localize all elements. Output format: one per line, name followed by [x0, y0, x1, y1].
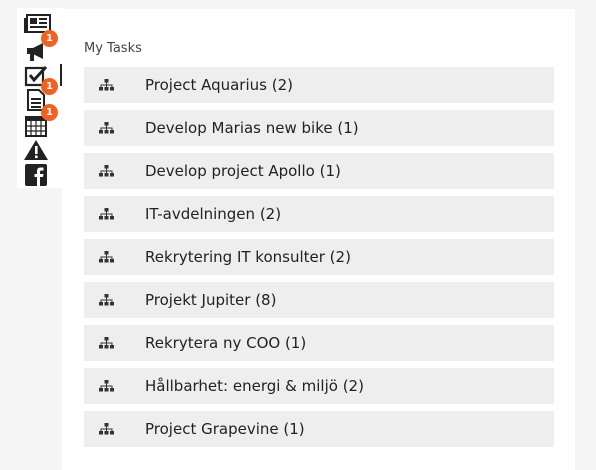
hierarchy-icon — [99, 380, 114, 392]
task-row[interactable]: Rekrytering IT konsulter (2) — [84, 239, 554, 275]
notification-badge: 1 — [41, 104, 58, 121]
task-label: Develop project Apollo (1) — [145, 162, 341, 180]
task-label: Develop Marias new bike (1) — [145, 119, 359, 137]
sidebar-item-announcements[interactable]: 1 — [17, 30, 65, 64]
hierarchy-icon — [99, 122, 114, 134]
facebook-icon — [25, 164, 47, 186]
main-panel: My Tasks Project Aquarius (2) Develop Mar… — [62, 9, 575, 470]
task-label: IT-avdelningen (2) — [145, 205, 282, 223]
task-row[interactable]: Rekrytera ny COO (1) — [84, 325, 554, 361]
task-row[interactable]: Projekt Jupiter (8) — [84, 282, 554, 318]
task-label: Rekrytera ny COO (1) — [145, 334, 307, 352]
task-label: Project Aquarius (2) — [145, 76, 293, 94]
sidebar-item-facebook[interactable] — [17, 163, 65, 187]
hierarchy-icon — [99, 251, 114, 263]
sidebar-item-warnings[interactable] — [17, 138, 65, 162]
hierarchy-icon — [99, 165, 114, 177]
sidebar: 1 1 1 — [17, 8, 65, 188]
task-row[interactable]: Develop Marias new bike (1) — [84, 110, 554, 146]
hierarchy-icon — [99, 79, 114, 91]
task-label: Project Grapevine (1) — [145, 420, 305, 438]
task-label: Hållbarhet: energi & miljö (2) — [145, 377, 364, 395]
task-row[interactable]: IT-avdelningen (2) — [84, 196, 554, 232]
notification-badge: 1 — [41, 78, 58, 95]
task-row[interactable]: Hållbarhet: energi & miljö (2) — [84, 368, 554, 404]
task-row[interactable]: Project Aquarius (2) — [84, 67, 554, 103]
hierarchy-icon — [99, 208, 114, 220]
task-list: Project Aquarius (2) Develop Marias new b… — [84, 67, 554, 454]
hierarchy-icon — [99, 337, 114, 349]
sidebar-item-news[interactable] — [17, 12, 65, 36]
task-row[interactable]: Project Grapevine (1) — [84, 411, 554, 447]
warning-icon — [24, 140, 48, 160]
task-row[interactable]: Develop project Apollo (1) — [84, 153, 554, 189]
hierarchy-icon — [99, 294, 114, 306]
sidebar-item-calendar[interactable]: 1 — [17, 104, 65, 138]
hierarchy-icon — [99, 423, 114, 435]
task-label: Projekt Jupiter (8) — [145, 291, 277, 309]
notification-badge: 1 — [41, 30, 58, 47]
page-title: My Tasks — [84, 41, 142, 56]
task-label: Rekrytering IT konsulter (2) — [145, 248, 351, 266]
